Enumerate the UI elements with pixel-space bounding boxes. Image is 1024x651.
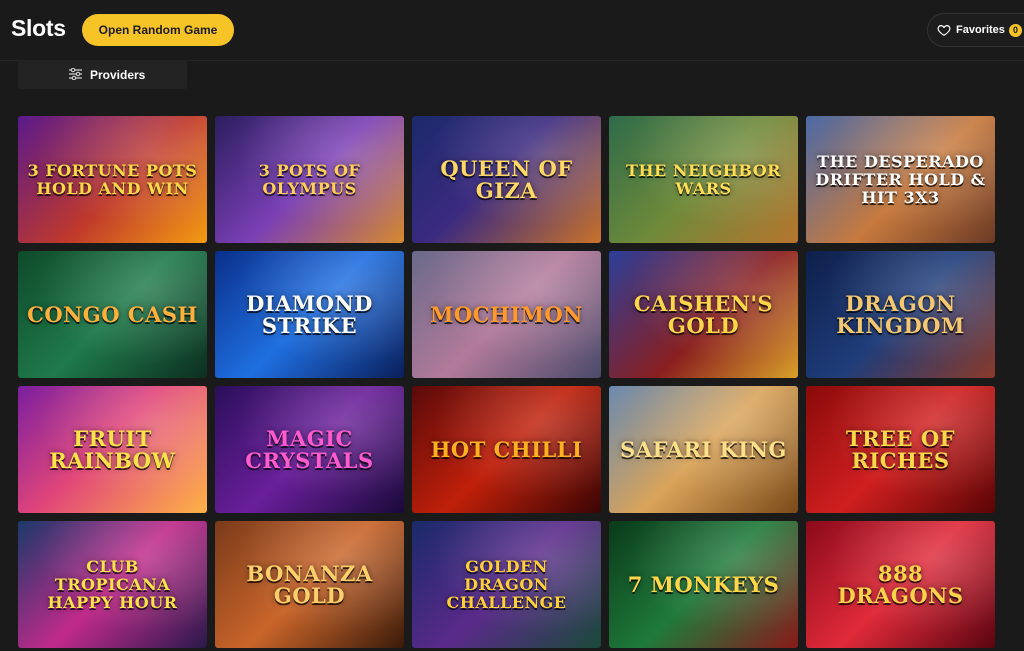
page-title: Slots xyxy=(11,15,66,41)
top-bar: Slots Open Random Game Favorites 0 xyxy=(0,0,1024,61)
game-tile[interactable]: Club Tropicana Happy Hour xyxy=(18,521,207,648)
favorites-button[interactable]: Favorites 0 xyxy=(927,13,1024,47)
providers-filter-button[interactable]: Providers xyxy=(18,60,187,89)
game-title: Hot Chilli xyxy=(430,436,583,462)
game-title: Tree of Riches xyxy=(845,425,956,473)
game-tile[interactable]: Mochimon xyxy=(412,251,601,378)
favorites-label: Favorites xyxy=(956,24,1005,36)
game-title: Queen of Giza xyxy=(440,155,573,203)
game-tile[interactable]: 7 Monkeys xyxy=(609,521,798,648)
game-tile[interactable]: The Neighbor Wars xyxy=(609,116,798,243)
game-title: The Desperado Drifter Hold & Hit 3x3 xyxy=(815,151,986,207)
providers-label: Providers xyxy=(90,68,146,82)
game-tile[interactable]: Congo Cash xyxy=(18,251,207,378)
game-tile[interactable]: Fruit Rainbow xyxy=(18,386,207,513)
game-tile[interactable]: Tree of Riches xyxy=(806,386,995,513)
heart-icon xyxy=(937,25,951,36)
game-tile[interactable]: Golden Dragon Challenge xyxy=(412,521,601,648)
game-tile[interactable]: Magic Crystals xyxy=(215,386,404,513)
game-title: Mochimon xyxy=(430,301,583,327)
favorites-count-badge: 0 xyxy=(1009,24,1022,37)
game-title: Diamond Strike xyxy=(246,290,373,338)
game-title: Club Tropicana Happy Hour xyxy=(47,556,178,612)
game-tile[interactable]: 3 Pots of Olympus xyxy=(215,116,404,243)
game-title: The Neighbor Wars xyxy=(626,160,781,198)
game-title: 888 Dragons xyxy=(837,560,964,608)
sliders-icon xyxy=(69,68,82,80)
game-title: Bonanza Gold xyxy=(246,560,373,608)
open-random-game-button[interactable]: Open Random Game xyxy=(82,14,234,46)
game-title: Golden Dragon Challenge xyxy=(446,556,567,612)
game-tile[interactable]: 3 Fortune Pots Hold and Win xyxy=(18,116,207,243)
game-title: 3 Fortune Pots Hold and Win xyxy=(27,160,198,198)
game-title: 3 Pots of Olympus xyxy=(258,160,361,198)
game-tile[interactable]: The Desperado Drifter Hold & Hit 3x3 xyxy=(806,116,995,243)
game-title: 7 Monkeys xyxy=(627,571,780,597)
game-tile[interactable]: Hot Chilli xyxy=(412,386,601,513)
game-title: Fruit Rainbow xyxy=(49,425,176,473)
game-tile[interactable]: Queen of Giza xyxy=(412,116,601,243)
game-title: Dragon Kingdom xyxy=(836,290,965,338)
game-title: Caishen's Gold xyxy=(633,290,774,338)
game-grid: 3 Fortune Pots Hold and Win 3 Pots of Oly… xyxy=(18,116,995,648)
game-tile[interactable]: Caishen's Gold xyxy=(609,251,798,378)
game-tile[interactable]: Dragon Kingdom xyxy=(806,251,995,378)
game-title: Safari King xyxy=(620,436,787,462)
game-tile[interactable]: Diamond Strike xyxy=(215,251,404,378)
game-tile[interactable]: Bonanza Gold xyxy=(215,521,404,648)
game-title: Magic Crystals xyxy=(245,425,374,473)
game-title: Congo Cash xyxy=(27,301,198,327)
game-tile[interactable]: Safari King xyxy=(609,386,798,513)
game-tile[interactable]: 888 Dragons xyxy=(806,521,995,648)
